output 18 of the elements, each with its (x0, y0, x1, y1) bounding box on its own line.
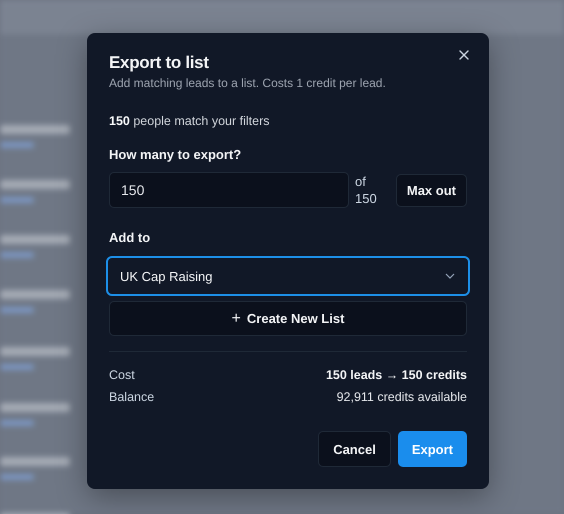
summary-value: 150 leads → 150 credits (326, 367, 467, 384)
chevron-down-icon (445, 273, 455, 279)
cancel-button[interactable]: Cancel (318, 431, 391, 467)
total-count: 150 (355, 190, 378, 207)
list-select[interactable]: UK Cap Raising (106, 256, 470, 296)
list-label: Add to (109, 230, 152, 245)
match-summary: 150 people match your filters (109, 114, 271, 128)
max-out-button[interactable]: Max out (396, 174, 467, 206)
dialog-title: Export to list (109, 53, 210, 73)
summary-label: Balance (109, 389, 154, 406)
dialog-subtitle: Add matching leads to a list. Costs 1 credit per lead. (109, 76, 387, 90)
quantity-input[interactable]: 150 (109, 172, 349, 208)
quantity-label: How many to export? (109, 147, 242, 162)
summary-label: Cost (109, 367, 135, 384)
close-icon[interactable] (457, 48, 471, 62)
create-new-list-button[interactable]: + Create New List (109, 301, 467, 336)
summary-value: 92,911 credits available (336, 389, 467, 406)
of-label: of (355, 173, 367, 190)
